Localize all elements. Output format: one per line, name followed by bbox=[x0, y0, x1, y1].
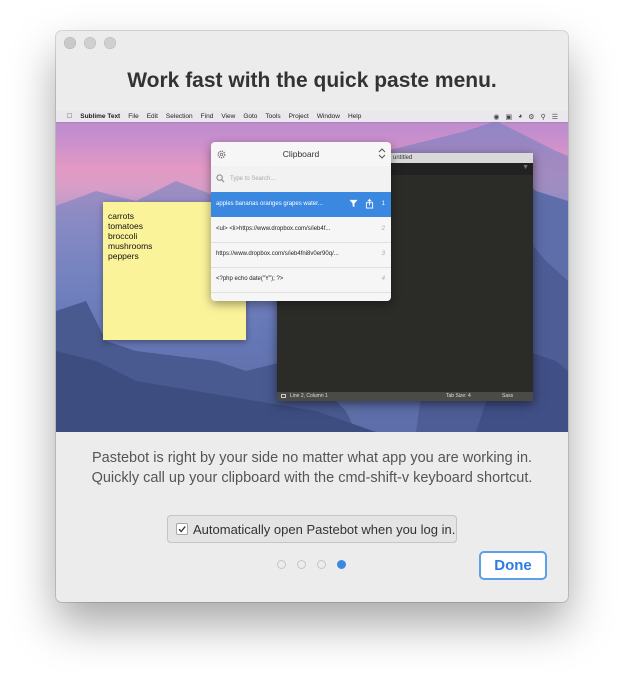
auto-open-checkbox[interactable]: Automatically open Pastebot when you log… bbox=[167, 515, 457, 543]
page-title: Work fast with the quick paste menu. bbox=[127, 69, 497, 92]
menubar-item-find: Find bbox=[195, 113, 214, 120]
mac-menubar:  Sublime Text File Edit Selection Find … bbox=[56, 111, 568, 122]
status-search-icon: ⚲ bbox=[540, 113, 546, 121]
minimize-window-button[interactable] bbox=[84, 37, 96, 49]
clipboard-search[interactable]: Type to Search... bbox=[211, 166, 391, 193]
menubar-item-window: Window bbox=[311, 113, 340, 120]
menubar-item-view: View bbox=[216, 113, 235, 120]
done-button[interactable]: Done bbox=[479, 551, 547, 580]
page-dot-3[interactable] bbox=[317, 560, 326, 569]
clipboard-title: Clipboard bbox=[282, 149, 320, 159]
clipboard-row-text: https://www.dropbox.com/s/ieb4fni8v0er90… bbox=[216, 251, 339, 257]
checkbox-box[interactable] bbox=[176, 523, 188, 535]
clipboard-popup: Clipboard Type to Search... apples banan… bbox=[211, 142, 391, 301]
editor-title: untitled bbox=[393, 155, 413, 161]
status-gear-icon: ⚙ bbox=[528, 113, 535, 121]
clipboard-row[interactable]: apples bananas oranges grapes water... 1 bbox=[211, 192, 391, 217]
chevron-down-icon: ▼ bbox=[522, 164, 529, 171]
page-dot-4[interactable] bbox=[337, 560, 346, 569]
editor-cursor-position: Line 2, Column 1 bbox=[290, 393, 328, 399]
menubar-item-goto: Goto bbox=[238, 113, 257, 120]
search-placeholder: Type to Search... bbox=[230, 176, 276, 182]
feature-description: Pastebot is right by your side no matter… bbox=[91, 450, 533, 486]
share-icon[interactable] bbox=[365, 199, 374, 209]
panel-icon bbox=[281, 394, 286, 398]
menubar-status-icons: ◉ ▣ ◕ ⚙ ⚲ ☰ bbox=[487, 111, 558, 122]
editor-tab-size: Tab Size: 4 bbox=[446, 393, 471, 399]
clipboard-row[interactable]: <?php echo date("Y"); ?> 4 bbox=[211, 267, 391, 293]
editor-statusbar: Line 2, Column 1 Tab Size: 4 Sass bbox=[277, 392, 533, 401]
page-dot-1[interactable] bbox=[277, 560, 286, 569]
menubar-app-name: Sublime Text bbox=[75, 113, 120, 120]
status-eye-icon: ◕ bbox=[518, 113, 523, 120]
chevron-updown-icon bbox=[378, 148, 386, 159]
clipboard-row[interactable]: https://www.dropbox.com/s/ieb4fni8v0er90… bbox=[211, 242, 391, 268]
menubar-item-file: File bbox=[122, 113, 138, 120]
zoom-window-button[interactable] bbox=[104, 37, 116, 49]
apple-icon:  bbox=[67, 113, 72, 120]
clipboard-header: Clipboard bbox=[211, 142, 391, 167]
clipboard-row-number: 4 bbox=[381, 276, 385, 282]
menubar-item-help: Help bbox=[342, 113, 361, 120]
clipboard-row-text: <ul> <li>https://www.dropbox.com/s/ieb4f… bbox=[216, 226, 331, 232]
clipboard-row-number: 2 bbox=[381, 226, 385, 232]
checkmark-icon bbox=[178, 526, 186, 533]
page-dot-2[interactable] bbox=[297, 560, 306, 569]
clipboard-row-text: <?php echo date("Y"); ?> bbox=[216, 276, 284, 282]
clipboard-row-number: 1 bbox=[381, 201, 385, 207]
search-icon bbox=[216, 174, 225, 183]
onboarding-window: Work fast with the quick paste menu.  S… bbox=[56, 31, 568, 602]
menubar-item-edit: Edit bbox=[141, 113, 158, 120]
clipboard-row-number: 3 bbox=[381, 251, 385, 257]
menubar-item-selection: Selection bbox=[160, 113, 193, 120]
status-list-icon: ☰ bbox=[551, 113, 558, 121]
clipboard-row[interactable]: <ul> <li>https://www.dropbox.com/s/ieb4f… bbox=[211, 217, 391, 243]
status-app-icon: ◉ bbox=[493, 113, 500, 121]
menubar-item-project: Project bbox=[283, 113, 309, 120]
menubar-item-tools: Tools bbox=[260, 113, 280, 120]
close-window-button[interactable] bbox=[64, 37, 76, 49]
editor-syntax: Sass bbox=[502, 393, 514, 399]
feature-screenshot:  Sublime Text File Edit Selection Find … bbox=[56, 111, 568, 432]
auto-open-label: Automatically open Pastebot when you log… bbox=[193, 522, 456, 537]
filter-icon[interactable] bbox=[349, 199, 358, 208]
status-clipboard-icon: ▣ bbox=[505, 113, 513, 121]
clipboard-row-text: apples bananas oranges grapes water... bbox=[216, 201, 323, 207]
